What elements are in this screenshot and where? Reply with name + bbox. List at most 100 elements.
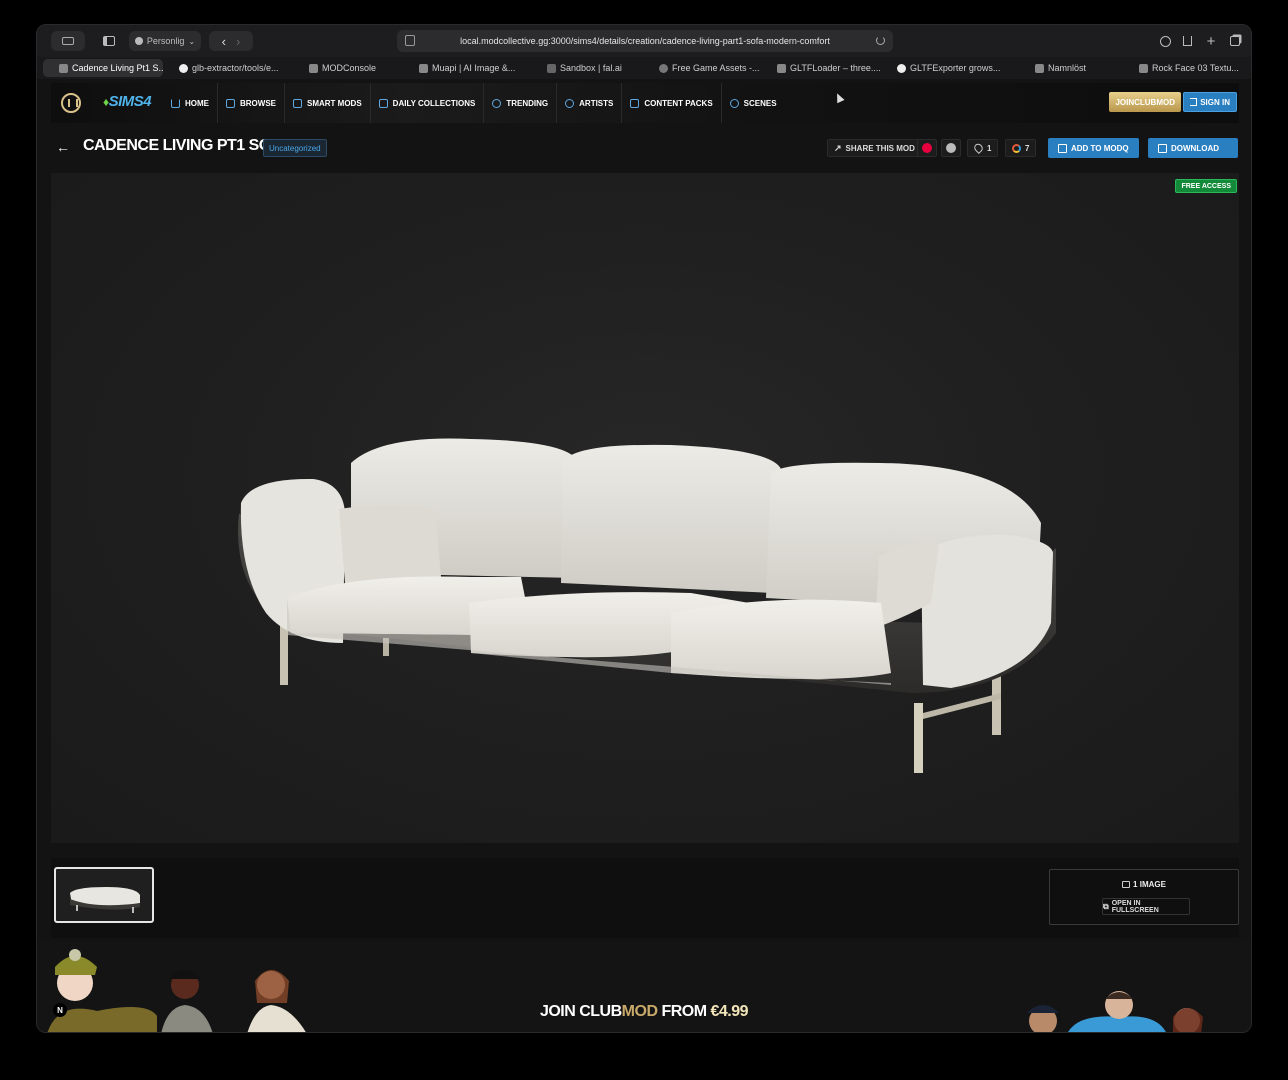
thumbnail-1[interactable]	[54, 867, 154, 923]
download-circle-icon	[1159, 35, 1171, 47]
page-settings-icon[interactable]	[405, 35, 415, 46]
open-fullscreen-label: OPEN IN FULLSCREEN	[1111, 899, 1159, 914]
share-button[interactable]	[1179, 31, 1195, 51]
sign-in-icon	[1190, 98, 1198, 106]
flame-icon	[492, 98, 502, 108]
nav-item-trending[interactable]: TRENDING	[484, 83, 558, 123]
github-icon	[897, 63, 906, 73]
nav-item-home[interactable]: HOME	[163, 83, 218, 123]
downloads-button[interactable]	[1157, 31, 1173, 51]
tab-9[interactable]: Namnlöst	[1019, 59, 1123, 77]
modconsole-icon	[309, 63, 318, 73]
fal-icon	[547, 63, 556, 73]
nav-item-smart-mods[interactable]: SMART MODS	[285, 83, 371, 123]
mod-detail-header: ← CADENCE LIVING PT1 SOFA Uncategorized …	[51, 125, 1239, 171]
tab-5[interactable]: Sandbox | fal.ai	[531, 59, 643, 77]
sign-in-button[interactable]: SIGN IN	[1183, 92, 1237, 112]
info-button[interactable]	[941, 139, 961, 157]
join-clubmod-button[interactable]: JOINCLUBMOD	[1109, 92, 1181, 112]
tab-10[interactable]: Rock Face 03 Textu...	[1123, 59, 1245, 77]
plus-icon: +	[1206, 32, 1216, 50]
polyhaven-icon	[1139, 63, 1148, 73]
tab-label: Namnlöst	[1048, 63, 1087, 73]
nav-item-content-packs[interactable]: CONTENT PACKS	[622, 83, 722, 123]
game-assets-icon	[659, 63, 668, 73]
tab-6[interactable]: Free Game Assets -...	[643, 59, 761, 77]
back-arrow-icon[interactable]: ‹	[222, 34, 226, 49]
address-bar[interactable]: local.modcollective.gg:3000/sims4/detail…	[397, 30, 893, 52]
tab-2[interactable]: glb-extractor/tools/e...	[163, 59, 293, 77]
tab-3[interactable]: MODConsole	[293, 59, 403, 77]
browser-window: Personlig ⌄ ‹ › local.modcollective.gg:3…	[36, 24, 1252, 1033]
folder-icon	[378, 98, 388, 108]
mouse-cursor	[833, 91, 845, 104]
add-box-icon	[1058, 143, 1067, 153]
nav-item-browse[interactable]: BROWSE	[218, 83, 285, 123]
sidebar-icon	[103, 36, 115, 46]
nav-item-artists[interactable]: ARTISTS	[557, 83, 623, 123]
box-icon	[630, 98, 640, 108]
nav-item-daily-collections[interactable]: DAILY COLLECTIONS	[371, 83, 485, 123]
profile-icon	[134, 37, 143, 45]
back-button[interactable]: ←	[55, 139, 71, 155]
rating-count: 7	[1025, 143, 1030, 153]
users-icon	[565, 98, 575, 108]
window-controls-button[interactable]	[51, 31, 85, 51]
nav-item-scenes[interactable]: SCENES	[722, 83, 785, 123]
add-to-modq-button[interactable]: ADD TO MODQ	[1048, 138, 1139, 158]
image-count: 1 IMAGE	[1050, 880, 1238, 889]
github-icon	[179, 63, 188, 73]
banner-brand: MOD	[621, 1003, 658, 1020]
rating-button[interactable]: 7	[1005, 139, 1037, 157]
forward-arrow-icon[interactable]: ›	[236, 34, 240, 49]
sidebar-toggle-button[interactable]	[99, 31, 119, 51]
nav-item-label: SCENES	[743, 98, 777, 108]
banner-headline: JOIN CLUBMOD FROM €4.99	[37, 1003, 1251, 1021]
profile-label: Personlig	[146, 36, 185, 46]
new-tab-button[interactable]: +	[1203, 31, 1219, 51]
heart-icon	[972, 141, 985, 155]
muapi-icon	[419, 63, 428, 73]
arrow-left-icon: ←	[56, 139, 70, 155]
share-mod-button[interactable]: ↗ SHARE THIS MOD	[827, 139, 922, 157]
tab-7[interactable]: GLTFLoader – three....	[761, 59, 881, 77]
tab-overview-button[interactable]	[1227, 31, 1243, 51]
image-count-label: 1 IMAGE	[1133, 880, 1166, 889]
nav-item-label: DAILY COLLECTIONS	[392, 98, 476, 108]
banner-price: €4.99	[710, 1003, 749, 1020]
pinterest-button[interactable]	[917, 139, 937, 157]
share-icon	[1182, 36, 1192, 46]
tab-label: GLTFLoader – three....	[790, 63, 881, 73]
nav-item-label: CONTENT PACKS	[644, 98, 713, 108]
blank-icon	[1035, 63, 1044, 73]
tab-4[interactable]: Muapi | AI Image &...	[403, 59, 531, 77]
download-button[interactable]: DOWNLOAD	[1148, 138, 1238, 158]
tab-label: Muapi | AI Image &...	[432, 63, 516, 73]
category-tag[interactable]: Uncategorized	[263, 139, 327, 157]
browser-toolbar: Personlig ⌄ ‹ › local.modcollective.gg:3…	[37, 25, 1251, 57]
clubmod-banner[interactable]: N JOIN CLUBMOD FROM €4.99	[37, 941, 1251, 1032]
tab-1[interactable]: Cadence Living Pt1 S...	[43, 59, 163, 77]
reload-icon[interactable]	[876, 36, 885, 45]
add-to-modq-label: ADD TO MODQ	[1071, 143, 1129, 153]
info-icon	[946, 143, 956, 153]
nav-item-label: SMART MODS	[307, 98, 362, 108]
thumbnail-strip: 1 IMAGE ⧉ OPEN IN FULLSCREEN	[51, 858, 1239, 938]
folder-icon	[226, 98, 235, 108]
profile-button[interactable]: Personlig ⌄	[129, 31, 201, 51]
nav-arrows-group: ‹ ›	[209, 31, 253, 51]
window-controls-icon	[62, 37, 74, 45]
sims4-logo-text: SIMS4	[108, 93, 152, 110]
like-count: 1	[987, 143, 992, 153]
modcollective-logo[interactable]	[61, 93, 81, 113]
share-arrow-icon: ↗	[834, 142, 842, 153]
image-viewer[interactable]: FREE ACCESS	[51, 173, 1239, 843]
like-button[interactable]: 1	[967, 139, 999, 157]
nav-item-label: ARTISTS	[579, 98, 614, 108]
sims4-logo[interactable]: ♦SIMS4	[103, 93, 152, 110]
download-label: DOWNLOAD	[1171, 143, 1219, 153]
download-icon	[1158, 143, 1167, 153]
external-link-icon: ⧉	[1103, 901, 1109, 911]
open-fullscreen-button[interactable]: ⧉ OPEN IN FULLSCREEN	[1102, 898, 1190, 915]
tab-8[interactable]: GLTFExporter grows...	[881, 59, 1019, 77]
